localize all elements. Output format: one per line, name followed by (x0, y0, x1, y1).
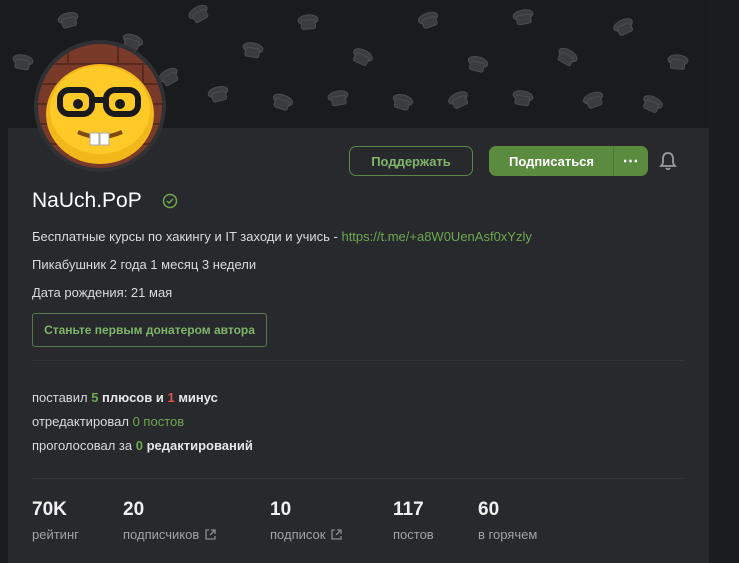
pikabu-age: Пикабушник 2 года 1 месяц 3 недели (32, 257, 257, 272)
activity-text: поставил (32, 390, 92, 405)
stat-label: в горячем (478, 527, 538, 542)
voted-word: редактирований (142, 438, 253, 453)
bio-text: Бесплатные курсы по хакингу и IT заходи … (32, 229, 342, 244)
more-options-button[interactable]: ⋯ (614, 146, 648, 176)
stat-hot: 60 в горячем (478, 499, 537, 542)
birthday: Дата рождения: 21 мая (32, 285, 173, 300)
profile-card: Поддержать Подписаться ⋯ NaUch.PoP Беспл… (8, 0, 709, 563)
verified-icon (162, 193, 178, 209)
and-word: и (152, 390, 168, 405)
bio-link[interactable]: https://t.me/+a8W0UenAsf0xYzly (341, 229, 531, 244)
stat-value: 10 (270, 499, 292, 520)
stat-label: подписок (270, 527, 326, 542)
stat-label: постов (393, 527, 434, 542)
stat-label: рейтинг (32, 527, 79, 542)
subscribe-button[interactable]: Подписаться ⋯ (489, 146, 648, 176)
stat-value: 60 (478, 499, 500, 520)
pluses-word: плюсов (98, 390, 153, 405)
voted-count: 0 (135, 438, 143, 453)
activity-votes: поставил 5 плюсов и 1 минус (32, 390, 218, 405)
stat-subscribers[interactable]: 20 подписчиков (123, 499, 216, 542)
edited-count: 0 постов (132, 414, 185, 429)
profile-name: NaUch.PoP (32, 189, 142, 212)
profile-bio: Бесплатные курсы по хакингу и IT заходи … (32, 229, 532, 244)
first-donor-button[interactable]: Станьте первым донатером автора (32, 313, 267, 347)
stat-label: подписчиков (123, 527, 200, 542)
avatar[interactable] (34, 40, 166, 172)
minus-count: 1 (167, 390, 175, 405)
activity-edits: отредактировал 0 постов (32, 414, 184, 429)
divider (32, 360, 685, 361)
stat-rating: 70K рейтинг (32, 499, 79, 542)
stat-value: 70K (32, 499, 67, 520)
stat-value: 20 (123, 499, 145, 520)
activity-text: отредактировал (32, 414, 133, 429)
stat-value: 117 (393, 499, 424, 520)
donate-button[interactable]: Поддержать (349, 146, 473, 176)
activity-voted: проголосовал за 0 редактирований (32, 438, 253, 453)
external-link-icon (331, 529, 343, 540)
minus-word: минус (174, 390, 218, 405)
external-link-icon (205, 529, 216, 540)
bell-icon[interactable] (659, 151, 677, 171)
stat-subscriptions[interactable]: 10 подписок (270, 499, 343, 542)
stat-posts: 117 постов (393, 499, 434, 542)
subscribe-label: Подписаться (509, 153, 595, 169)
activity-text: проголосовал за (32, 438, 136, 453)
divider (32, 478, 685, 479)
